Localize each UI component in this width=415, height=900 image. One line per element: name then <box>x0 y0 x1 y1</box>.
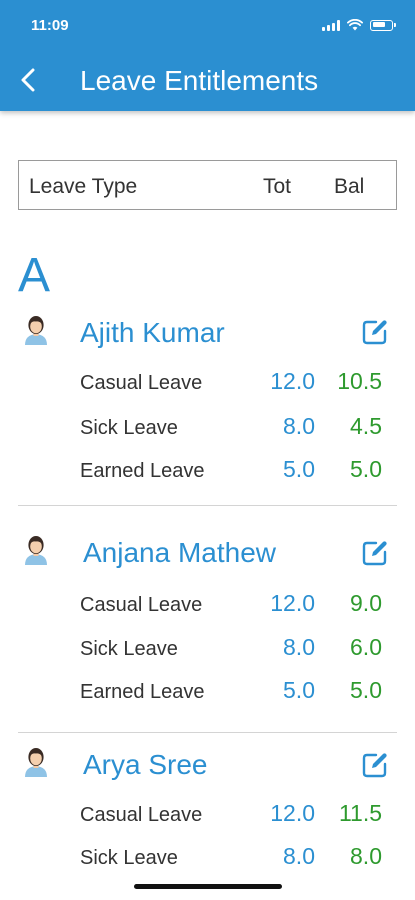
divider <box>18 732 397 733</box>
section-index-letter: A <box>18 249 51 302</box>
leave-total: 8.0 <box>283 413 315 439</box>
leave-total: 8.0 <box>283 634 315 660</box>
column-header-balance: Bal <box>334 175 365 198</box>
employee-name[interactable]: Ajith Kumar <box>80 316 225 350</box>
leave-total: 5.0 <box>283 677 315 703</box>
leave-type: Casual Leave <box>80 594 203 616</box>
edit-icon[interactable] <box>361 318 389 346</box>
status-icons <box>322 17 396 33</box>
leave-balance: 5.0 <box>350 456 382 482</box>
leave-total: 5.0 <box>283 456 315 482</box>
leave-balance: 4.5 <box>350 413 382 439</box>
divider <box>18 505 397 506</box>
leave-row: Casual Leave 12.0 10.5 <box>0 368 415 398</box>
leave-row: Earned Leave 5.0 5.0 <box>0 677 415 707</box>
battery-icon <box>370 19 396 31</box>
avatar-icon <box>25 536 47 565</box>
leave-row: Sick Leave 8.0 6.0 <box>0 634 415 664</box>
leave-type: Sick Leave <box>80 638 178 660</box>
column-header-total: Tot <box>263 175 292 198</box>
leave-balance: 5.0 <box>350 677 382 703</box>
leave-balance: 8.0 <box>350 843 382 869</box>
leave-type: Sick Leave <box>80 847 178 869</box>
leave-row: Casual Leave 12.0 11.5 <box>0 800 415 830</box>
page-title: Leave Entitlements <box>80 65 319 96</box>
edit-icon[interactable] <box>361 751 389 779</box>
leave-type: Casual Leave <box>80 372 203 394</box>
leave-total: 12.0 <box>270 590 315 616</box>
leave-row: Sick Leave 8.0 4.5 <box>0 413 415 443</box>
leave-type: Earned Leave <box>80 460 205 482</box>
table-header: Leave Type Tot Bal <box>18 160 397 210</box>
status-time: 11:09 <box>31 17 69 34</box>
avatar-icon <box>25 748 47 777</box>
leave-type: Casual Leave <box>80 804 203 826</box>
leave-total: 8.0 <box>283 843 315 869</box>
employee-name[interactable]: Arya Sree <box>83 748 208 782</box>
column-header-leave-type: Leave Type <box>29 175 138 198</box>
wifi-icon <box>347 19 363 31</box>
leave-type: Sick Leave <box>80 417 178 439</box>
leave-type: Earned Leave <box>80 681 205 703</box>
leave-total: 12.0 <box>270 368 315 394</box>
leave-balance: 6.0 <box>350 634 382 660</box>
leave-total: 12.0 <box>270 800 315 826</box>
leave-row: Sick Leave 8.0 8.0 <box>0 843 415 873</box>
leave-row: Casual Leave 12.0 9.0 <box>0 590 415 620</box>
edit-icon[interactable] <box>361 539 389 567</box>
leave-balance: 11.5 <box>338 800 382 826</box>
app-bar: 11:09 Leave Entitlements <box>0 0 415 111</box>
leave-balance: 10.5 <box>337 368 382 394</box>
leave-balance: 9.0 <box>350 590 382 616</box>
employee-name[interactable]: Anjana Mathew <box>83 536 276 570</box>
cellular-signal-icon <box>322 19 340 31</box>
chevron-left-icon <box>21 68 35 92</box>
back-button[interactable] <box>14 64 42 96</box>
leave-row: Earned Leave 5.0 5.0 <box>0 456 415 486</box>
home-indicator[interactable] <box>134 884 282 889</box>
avatar-icon <box>25 316 47 345</box>
